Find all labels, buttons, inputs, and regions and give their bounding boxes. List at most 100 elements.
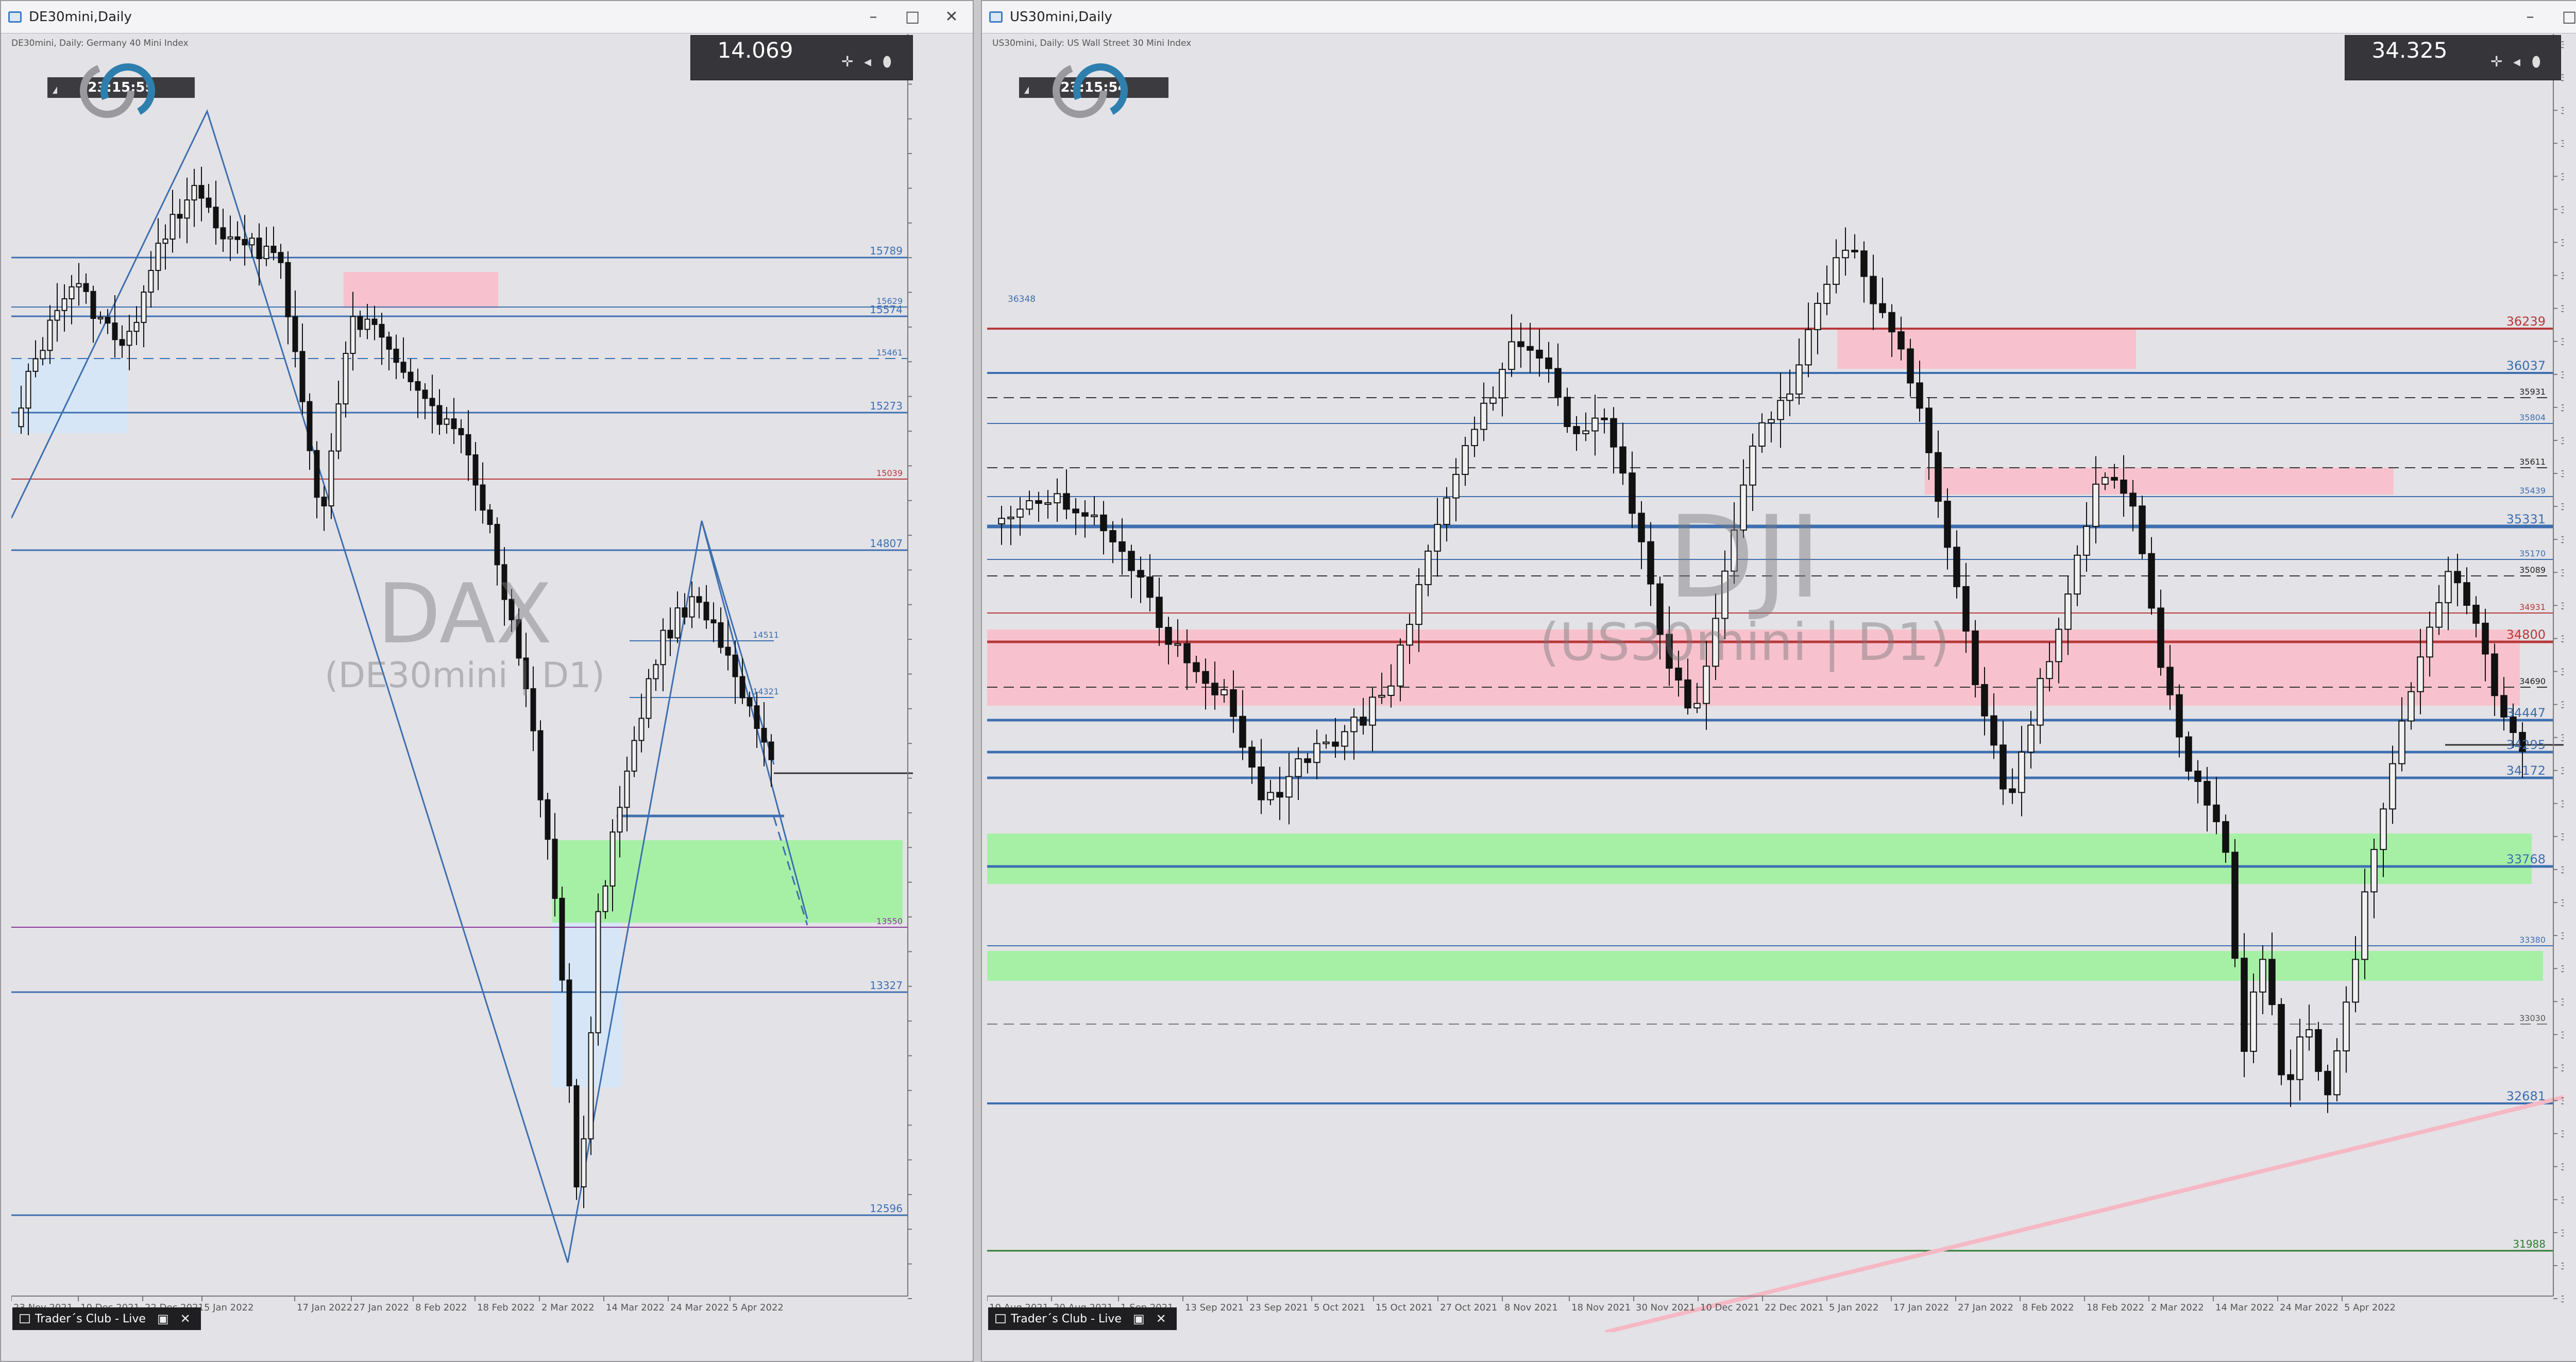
- crosshair-icon[interactable]: ✛: [841, 53, 853, 70]
- candle-body: [2333, 1050, 2341, 1096]
- time-axis-label: 18 Nov 2021: [1571, 1302, 1631, 1313]
- dji-corner-note: 36348: [1008, 294, 1036, 304]
- chevron-left-icon[interactable]: ◂: [864, 53, 871, 70]
- time-axis-label: 17 Jan 2022: [1893, 1302, 1949, 1313]
- candle-body: [573, 1085, 580, 1188]
- chart-tab-icon: [20, 1314, 30, 1323]
- candle-body: [747, 697, 753, 707]
- dax-window-titlebar[interactable]: DE30mini,Daily – □ ✕: [1, 1, 973, 33]
- candle-body: [703, 602, 709, 621]
- time-axis-label: 5 Jan 2022: [204, 1302, 253, 1313]
- candle-body: [2408, 691, 2415, 722]
- candle-body: [343, 353, 349, 405]
- dax-chart-tab[interactable]: Trader´s Club - Live ▣ ✕: [12, 1307, 201, 1330]
- dji-watermark-sub: (US30mini | D1): [1539, 612, 1950, 672]
- dji-chart-canvas[interactable]: 36239 36037 35931 35804 35611 35439 35331 35170…: [987, 34, 2564, 1332]
- tab-restore-button[interactable]: ▣: [157, 1312, 169, 1326]
- candle-body: [292, 316, 298, 352]
- price-axis-label: 35727.50: [2561, 436, 2564, 447]
- candle-body: [1786, 393, 1793, 401]
- candle-body: [660, 629, 666, 666]
- candle-body: [1452, 473, 1460, 499]
- candle-body: [1350, 717, 1358, 733]
- candle-body: [458, 428, 464, 435]
- candle-body: [1332, 741, 1339, 747]
- maximize-button[interactable]: □: [2557, 5, 2576, 29]
- candle-body: [54, 310, 60, 321]
- candle-body: [1100, 514, 1107, 532]
- candle-body: [444, 418, 450, 425]
- candle-body: [1795, 364, 1803, 395]
- candle-body: [90, 291, 96, 319]
- dji-price-chart[interactable]: 36239 36037 35931 35804 35611 35439 35331 35170…: [987, 34, 2564, 1332]
- dji-window-titlebar[interactable]: US30mini,Daily – □ ✕: [982, 1, 2576, 33]
- crosshair-icon[interactable]: ✛: [2490, 53, 2502, 70]
- candle-body: [371, 318, 378, 325]
- candle-body: [213, 207, 219, 229]
- price-axis-label: 32231.50: [2561, 1195, 2564, 1206]
- candle-body: [69, 286, 75, 300]
- minimize-button[interactable]: –: [861, 5, 885, 29]
- time-axis-label: 18 Feb 2022: [2087, 1302, 2144, 1313]
- candle-body: [2417, 656, 2424, 692]
- candle-body: [1693, 703, 1701, 709]
- candle-body: [2231, 852, 2239, 959]
- candle-body: [998, 518, 1005, 524]
- minimize-button[interactable]: –: [2518, 5, 2542, 29]
- candle-body: [61, 298, 67, 311]
- candle-body: [566, 979, 572, 1086]
- candle-body: [1907, 348, 1914, 384]
- candle-body: [307, 401, 313, 451]
- level-label: 35804: [2519, 413, 2546, 422]
- chevron-left-icon[interactable]: ◂: [2513, 53, 2520, 70]
- price-axis-label: 32991.50: [2561, 1030, 2564, 1041]
- candle-body: [415, 381, 421, 391]
- candle-body: [545, 799, 551, 840]
- price-axis-label: 36943.50: [2561, 172, 2564, 182]
- level-label: 34800: [2506, 627, 2546, 642]
- candle-body: [2472, 604, 2480, 624]
- time-axis-label: 27 Jan 2022: [1958, 1302, 2013, 1313]
- candle-body: [2398, 720, 2405, 764]
- dax-symbol-info: DE30mini, Daily: Germany 40 Mini Index: [11, 38, 189, 48]
- candle-body: [436, 405, 443, 425]
- toggle-icon[interactable]: ⬮: [2532, 53, 2541, 71]
- level-label: 15039: [876, 468, 903, 478]
- candle-body: [1072, 508, 1079, 514]
- dax-tab-label: Trader´s Club - Live: [35, 1312, 146, 1325]
- tab-close-button[interactable]: ✕: [180, 1312, 191, 1326]
- candle-body: [1230, 689, 1237, 717]
- price-axis-label: 34967.50: [2561, 601, 2564, 611]
- candle-body: [1582, 430, 1589, 434]
- tab-close-button[interactable]: ✕: [1156, 1312, 1166, 1326]
- candle-body: [350, 316, 356, 354]
- close-button[interactable]: ✕: [940, 5, 963, 29]
- toggle-icon[interactable]: ⬮: [883, 53, 892, 71]
- dax-chart-window[interactable]: DE30mini,Daily – □ ✕ 15789 15629 15574 1546…: [0, 0, 974, 1362]
- level-label: 15574: [870, 303, 903, 316]
- candle-body: [285, 262, 291, 317]
- tab-restore-button[interactable]: ▣: [1133, 1312, 1145, 1326]
- candle-body: [1564, 397, 1571, 427]
- candle-body: [2250, 991, 2257, 1052]
- dji-chart-window[interactable]: US30mini,Daily – □ ✕ 36239 36037 35931 3580…: [981, 0, 2576, 1362]
- price-axis-label: 31775.50: [2561, 1294, 2564, 1305]
- level-label: 14511: [753, 630, 779, 640]
- maximize-button[interactable]: □: [901, 5, 924, 29]
- time-axis-label: 5 Jan 2022: [1829, 1302, 1878, 1313]
- candle-body: [249, 237, 255, 246]
- candle-body: [602, 885, 608, 912]
- price-axis-label: 32383.50: [2561, 1162, 2564, 1173]
- demand-zone-green: [987, 833, 2532, 884]
- price-axis-label: 35271.50: [2561, 535, 2564, 546]
- candle-body: [1684, 679, 1691, 709]
- candle-body: [638, 718, 645, 741]
- dax-spread-value: 14.069: [717, 38, 793, 63]
- price-axis-label: 33903.50: [2561, 832, 2564, 843]
- dji-chart-tab[interactable]: Trader´s Club - Live ▣ ✕: [988, 1307, 1177, 1330]
- candle-body: [2046, 661, 2053, 679]
- price-axis-label: 32079.50: [2561, 1228, 2564, 1239]
- candle-body: [1211, 683, 1218, 695]
- level-label: 14321: [753, 687, 779, 696]
- candle-body: [1480, 402, 1487, 430]
